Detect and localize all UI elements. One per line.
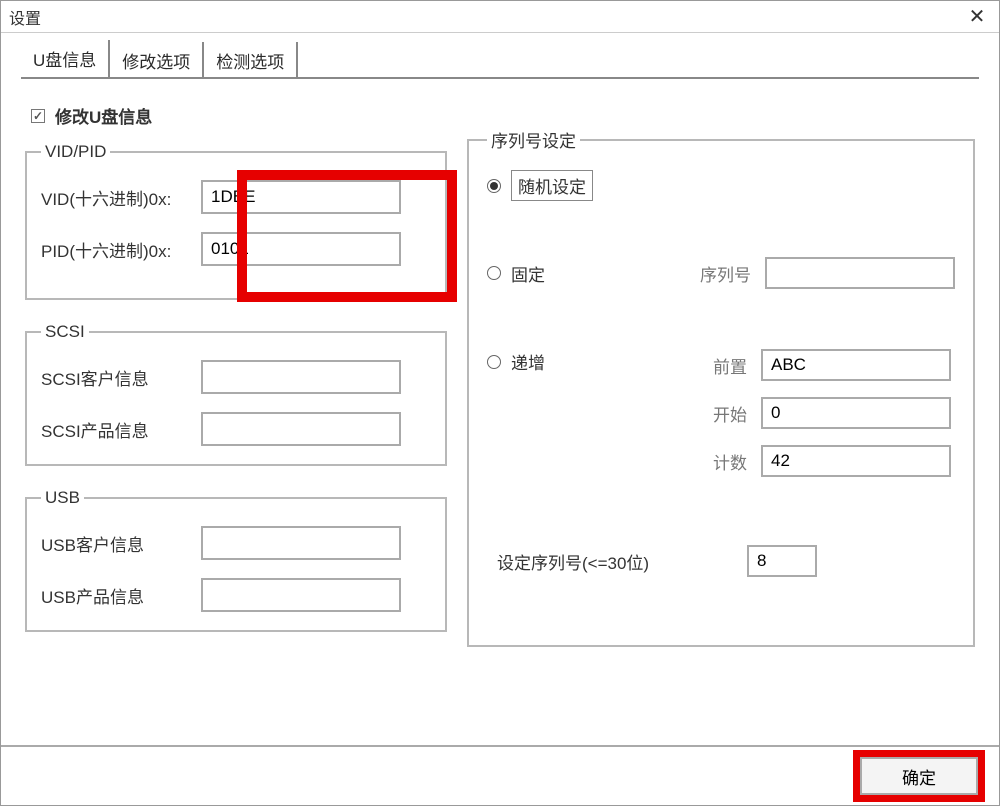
- vid-label: VID(十六进制)0x:: [41, 185, 201, 210]
- left-column: ✓ 修改U盘信息 VID/PID VID(十六进制)0x: PID(十六进制)0…: [25, 97, 447, 727]
- serial-legend: 序列号设定: [487, 127, 580, 152]
- usb-group: USB USB客户信息 USB产品信息: [25, 488, 447, 632]
- modify-usb-info-checkbox-row[interactable]: ✓ 修改U盘信息: [31, 103, 447, 128]
- serial-random-label: 随机设定: [511, 170, 593, 201]
- vidpid-group: VID/PID VID(十六进制)0x: PID(十六进制)0x:: [25, 142, 447, 300]
- checkbox-icon[interactable]: ✓: [31, 109, 45, 123]
- settings-dialog: 设置 ✕ U盘信息 修改选项 检测选项 ✓ 修改U盘信息 VID/PID VID…: [0, 0, 1000, 806]
- serial-fixed-radio-row[interactable]: 固定 序列号: [487, 257, 955, 289]
- serial-fixed-input[interactable]: [765, 257, 955, 289]
- close-icon[interactable]: ✕: [963, 3, 991, 31]
- usb-customer-input[interactable]: [201, 526, 401, 560]
- modify-usb-info-label: 修改U盘信息: [55, 103, 152, 128]
- radio-random-icon[interactable]: [487, 179, 501, 193]
- right-column: 序列号设定 随机设定 固定 序列号 递增: [467, 97, 975, 727]
- serial-length-input[interactable]: [747, 545, 817, 577]
- serial-incr-label: 递增: [511, 349, 545, 374]
- window-title: 设置: [9, 5, 963, 29]
- scsi-legend: SCSI: [41, 322, 89, 342]
- prefix-label: 前置: [687, 353, 747, 378]
- radio-fixed-icon[interactable]: [487, 266, 501, 280]
- scsi-group: SCSI SCSI客户信息 SCSI产品信息: [25, 322, 447, 466]
- tab-usb-info[interactable]: U盘信息: [21, 40, 110, 79]
- start-input[interactable]: [761, 397, 951, 429]
- serial-fixed-label: 固定: [511, 261, 691, 286]
- scsi-customer-label: SCSI客户信息: [41, 365, 201, 390]
- tab-detect-options[interactable]: 检测选项: [204, 42, 298, 79]
- tab-underline: [21, 77, 979, 79]
- serial-length-label: 设定序列号(<=30位): [497, 549, 747, 574]
- count-label: 计数: [687, 449, 747, 474]
- tab-modify-options[interactable]: 修改选项: [110, 42, 204, 79]
- usb-customer-label: USB客户信息: [41, 531, 201, 556]
- content-area: ✓ 修改U盘信息 VID/PID VID(十六进制)0x: PID(十六进制)0…: [1, 79, 999, 745]
- title-bar: 设置 ✕: [1, 1, 999, 33]
- serial-incr-fields: 前置 开始 计数: [687, 349, 951, 493]
- radio-incr-icon[interactable]: [487, 355, 501, 369]
- serial-group: 序列号设定 随机设定 固定 序列号 递增: [467, 127, 975, 647]
- scsi-customer-input[interactable]: [201, 360, 401, 394]
- usb-product-label: USB产品信息: [41, 583, 201, 608]
- tab-strip: U盘信息 修改选项 检测选项: [1, 33, 999, 79]
- scsi-product-input[interactable]: [201, 412, 401, 446]
- pid-label: PID(十六进制)0x:: [41, 237, 201, 262]
- scsi-product-label: SCSI产品信息: [41, 417, 201, 442]
- button-bar: 确定: [1, 745, 999, 805]
- ok-button[interactable]: 确定: [860, 757, 978, 795]
- serial-random-radio-row[interactable]: 随机设定: [487, 170, 955, 201]
- vidpid-legend: VID/PID: [41, 142, 110, 162]
- start-label: 开始: [687, 401, 747, 426]
- usb-product-input[interactable]: [201, 578, 401, 612]
- count-input[interactable]: [761, 445, 951, 477]
- serial-incr-radio-row: 递增 前置 开始 计数: [487, 349, 955, 493]
- serial-fixed-serial-label: 序列号: [691, 261, 751, 286]
- prefix-input[interactable]: [761, 349, 951, 381]
- serial-length-row: 设定序列号(<=30位): [497, 545, 955, 577]
- serial-incr-radio[interactable]: 递增: [487, 349, 687, 374]
- pid-input[interactable]: [201, 232, 401, 266]
- vid-input[interactable]: [201, 180, 401, 214]
- usb-legend: USB: [41, 488, 84, 508]
- highlight-box-ok: 确定: [853, 750, 985, 802]
